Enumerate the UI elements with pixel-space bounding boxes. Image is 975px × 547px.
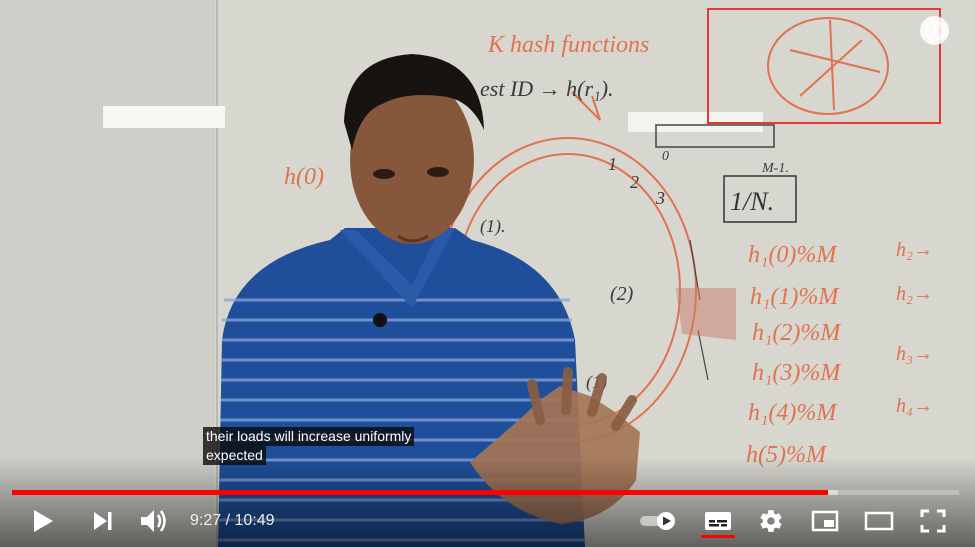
theater-mode-button[interactable]	[856, 500, 902, 542]
fullscreen-icon	[920, 509, 946, 533]
hash-formula: h₁(3)%M	[752, 360, 842, 386]
array-start-label: 0	[662, 149, 669, 164]
video-player[interactable]: K hash functions est ID → h(r₁). 0 M-1. …	[0, 0, 975, 547]
ring-shading	[676, 288, 736, 340]
captions-active-indicator	[701, 535, 735, 538]
segment-label: 2	[630, 172, 639, 192]
ceiling-light-reflection	[103, 106, 225, 128]
next-button[interactable]	[80, 500, 126, 542]
lapel-mic	[373, 313, 387, 327]
volume-icon	[141, 510, 166, 532]
info-card-highlight	[707, 8, 941, 124]
autoplay-toggle-icon	[640, 512, 675, 530]
play-icon	[34, 510, 53, 532]
hash-formula: h₁(0)%M	[748, 242, 838, 268]
autoplay-toggle[interactable]	[634, 500, 682, 542]
captions-button[interactable]	[695, 500, 741, 542]
info-button[interactable]	[920, 16, 949, 45]
progress-played	[12, 490, 829, 495]
gear-icon	[760, 510, 782, 532]
region-label: (2)	[610, 283, 634, 305]
settings-button[interactable]	[748, 500, 794, 542]
miniplayer-button[interactable]	[802, 500, 848, 542]
eye	[373, 169, 395, 179]
play-button[interactable]	[20, 500, 66, 542]
hash-formula: h₁(2)%M	[752, 320, 842, 346]
caption-line: their loads will increase uniformly	[203, 427, 415, 446]
left-formula-text: h(0)	[284, 164, 324, 190]
hash-formula: h₁(1)%M	[750, 284, 840, 310]
current-time: 9:27	[190, 512, 222, 529]
fullscreen-button[interactable]	[910, 500, 956, 542]
miniplayer-icon	[811, 510, 839, 532]
region-label: (1).	[480, 216, 506, 237]
heading-text: K hash functions	[487, 32, 649, 58]
eye	[427, 167, 449, 177]
hash-arrow-label: h₂→	[896, 239, 933, 261]
captions-icon	[705, 512, 731, 530]
info-icon	[924, 20, 945, 41]
time-separator: /	[221, 512, 235, 529]
volume-button[interactable]	[132, 500, 178, 542]
request-line-text: est ID → h(r₁).	[480, 76, 614, 101]
segment-label: 1	[608, 154, 617, 174]
segment-label: 3	[655, 188, 665, 208]
control-bar: 9:27 / 10:49	[0, 500, 975, 542]
hash-arrow-label: h₃→	[896, 343, 933, 365]
hash-arrow-label: h₄→	[896, 395, 933, 417]
array-end-label: M-1.	[761, 161, 789, 176]
time-display: 9:27 / 10:49	[190, 500, 275, 542]
fraction-text: 1/N.	[730, 187, 774, 216]
theater-icon	[864, 511, 894, 531]
next-icon	[94, 512, 112, 530]
hash-arrow-label: h₂→	[896, 283, 933, 305]
duration: 10:49	[234, 512, 275, 529]
progress-bar[interactable]	[12, 490, 959, 495]
hash-formula: h₁(4)%M	[748, 400, 838, 426]
